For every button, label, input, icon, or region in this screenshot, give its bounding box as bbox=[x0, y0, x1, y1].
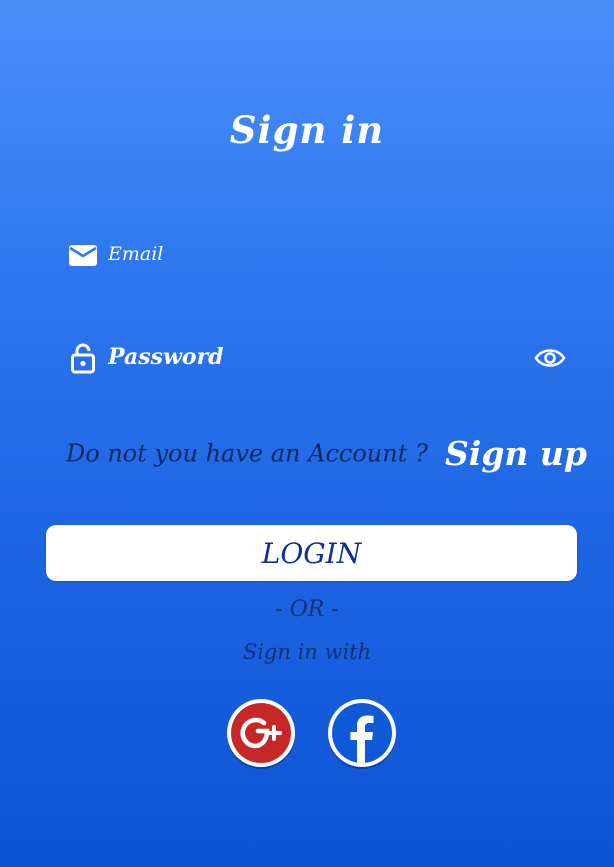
lock-icon bbox=[71, 343, 95, 374]
email-input[interactable] bbox=[108, 236, 508, 272]
password-field[interactable] bbox=[66, 333, 566, 383]
mail-icon bbox=[69, 245, 97, 266]
page-title: Sign in bbox=[229, 108, 385, 152]
password-input[interactable] bbox=[108, 339, 508, 375]
signup-link[interactable]: Sign up bbox=[445, 434, 587, 473]
facebook-icon[interactable] bbox=[326, 698, 398, 770]
account-question-text: Do not you have an Account ? bbox=[66, 439, 428, 468]
signup-prompt-row: Do not you have an Account ? Sign up bbox=[66, 434, 587, 484]
eye-icon[interactable] bbox=[534, 343, 566, 373]
email-field[interactable] bbox=[66, 230, 566, 280]
or-divider: - OR - bbox=[275, 597, 339, 622]
login-button[interactable]: LOGIN bbox=[46, 525, 577, 581]
google-plus-icon[interactable] bbox=[225, 698, 297, 770]
sign-in-with-label: Sign in with bbox=[242, 640, 372, 664]
